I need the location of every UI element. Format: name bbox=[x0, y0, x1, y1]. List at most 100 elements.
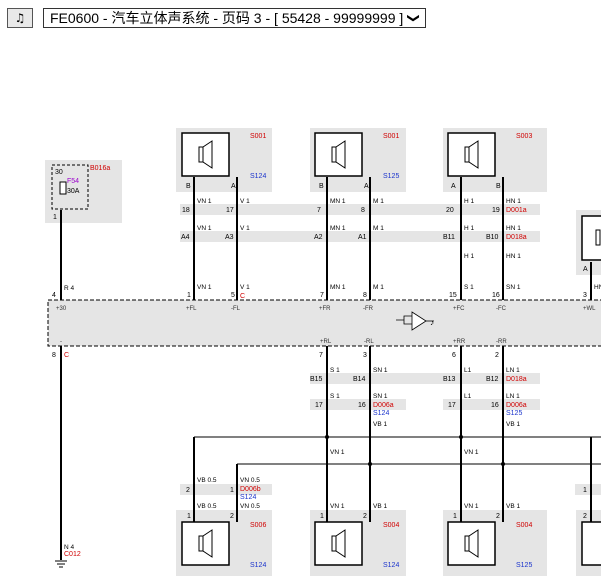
svg-text:2: 2 bbox=[583, 513, 587, 520]
svg-text:B: B bbox=[319, 183, 324, 190]
svg-text:VN 0.5: VN 0.5 bbox=[240, 503, 260, 510]
svg-text:S124: S124 bbox=[240, 494, 256, 501]
svg-text:VN 1: VN 1 bbox=[464, 503, 479, 510]
svg-text:M 1: M 1 bbox=[373, 284, 384, 291]
svg-text:1: 1 bbox=[230, 487, 234, 494]
svg-text:S124: S124 bbox=[383, 562, 399, 569]
svg-text:+WL: +WL bbox=[583, 306, 596, 312]
svg-text:LN 1: LN 1 bbox=[506, 367, 520, 374]
svg-text:VN 1: VN 1 bbox=[464, 449, 479, 456]
svg-text:7: 7 bbox=[320, 292, 324, 299]
svg-text:D006b: D006b bbox=[240, 486, 261, 493]
svg-text:VB 1: VB 1 bbox=[506, 421, 520, 428]
inline-pin-labels: 18 17 7 8 20 19 A4 A3 A2 A1 B11 B10 B15 … bbox=[181, 207, 587, 494]
svg-text:S 1: S 1 bbox=[330, 367, 340, 374]
svg-text:+RR: +RR bbox=[453, 339, 466, 345]
svg-text:VN 1: VN 1 bbox=[330, 503, 345, 510]
svg-text:2: 2 bbox=[496, 513, 500, 520]
svg-text:HN: HN bbox=[594, 284, 601, 291]
svg-text:S125: S125 bbox=[383, 173, 399, 180]
svg-text:D006a: D006a bbox=[506, 402, 527, 409]
fuse-block-id: B016a bbox=[90, 165, 110, 172]
svg-text:17: 17 bbox=[226, 207, 234, 214]
svg-text:B15: B15 bbox=[310, 376, 323, 383]
svg-text:C012: C012 bbox=[64, 551, 81, 558]
svg-text:C: C bbox=[64, 352, 69, 359]
svg-text:-: - bbox=[60, 339, 62, 345]
svg-text:VN 1: VN 1 bbox=[197, 284, 212, 291]
svg-text:S125: S125 bbox=[506, 410, 522, 417]
fuse-pin-out: 1 bbox=[53, 214, 57, 221]
svg-text:VN 0.5: VN 0.5 bbox=[240, 477, 260, 484]
svg-text:3: 3 bbox=[363, 352, 367, 359]
svg-text:1: 1 bbox=[320, 513, 324, 520]
svg-text:VB 1: VB 1 bbox=[506, 503, 520, 510]
svg-text:B10: B10 bbox=[486, 234, 499, 241]
svg-text:20: 20 bbox=[446, 207, 454, 214]
svg-text:+FL: +FL bbox=[186, 306, 197, 312]
svg-text:16: 16 bbox=[492, 292, 500, 299]
svg-text:A2: A2 bbox=[314, 234, 323, 241]
svg-text:SN 1: SN 1 bbox=[506, 284, 521, 291]
svg-text:S004: S004 bbox=[383, 522, 399, 529]
svg-text:1: 1 bbox=[583, 487, 587, 494]
svg-text:VB 0.5: VB 0.5 bbox=[197, 503, 217, 510]
svg-text:-FC: -FC bbox=[496, 306, 507, 312]
svg-text:18: 18 bbox=[182, 207, 190, 214]
svg-text:L1: L1 bbox=[464, 393, 472, 400]
svg-text:S 1: S 1 bbox=[464, 284, 474, 291]
svg-text:H 1: H 1 bbox=[464, 198, 475, 205]
svg-text:VN 1: VN 1 bbox=[197, 198, 212, 205]
svg-text:+RL: +RL bbox=[320, 339, 332, 345]
svg-text:A3: A3 bbox=[225, 234, 234, 241]
svg-text:A: A bbox=[364, 183, 369, 190]
svg-text:A4: A4 bbox=[181, 234, 190, 241]
svg-text:1: 1 bbox=[453, 513, 457, 520]
svg-text:HN 1: HN 1 bbox=[506, 198, 521, 205]
svg-text:S125: S125 bbox=[516, 562, 532, 569]
svg-text:17: 17 bbox=[315, 402, 323, 409]
svg-text:1: 1 bbox=[187, 513, 191, 520]
svg-text:S006: S006 bbox=[250, 522, 266, 529]
svg-text:HN 1: HN 1 bbox=[506, 253, 521, 260]
svg-text:8: 8 bbox=[363, 292, 367, 299]
svg-text:19: 19 bbox=[492, 207, 500, 214]
svg-text:MN 1: MN 1 bbox=[330, 225, 346, 232]
svg-text:R 4: R 4 bbox=[64, 285, 75, 292]
svg-text:S001: S001 bbox=[250, 133, 266, 140]
svg-text:17: 17 bbox=[448, 402, 456, 409]
svg-text:M 1: M 1 bbox=[373, 198, 384, 205]
svg-text:2: 2 bbox=[186, 487, 190, 494]
svg-text:MN 1: MN 1 bbox=[330, 198, 346, 205]
svg-text:VB 1: VB 1 bbox=[373, 421, 387, 428]
svg-text:7: 7 bbox=[319, 352, 323, 359]
svg-text:B14: B14 bbox=[353, 376, 366, 383]
inline-connector-bars bbox=[180, 204, 601, 495]
svg-text:C: C bbox=[240, 293, 245, 300]
svg-text:16: 16 bbox=[358, 402, 366, 409]
svg-text:S004: S004 bbox=[516, 522, 532, 529]
fuse-pin-in: 30 bbox=[55, 169, 63, 176]
svg-text:♪: ♪ bbox=[430, 318, 434, 327]
svg-text:16: 16 bbox=[491, 402, 499, 409]
svg-text:H 1: H 1 bbox=[464, 225, 475, 232]
svg-text:D001a: D001a bbox=[506, 207, 527, 214]
fuse-rating: 30A bbox=[67, 188, 80, 195]
svg-text:-FL: -FL bbox=[231, 306, 241, 312]
bus-lines bbox=[194, 436, 601, 465]
svg-text:S003: S003 bbox=[516, 133, 532, 140]
svg-text:2: 2 bbox=[495, 352, 499, 359]
svg-text:A: A bbox=[231, 183, 236, 190]
svg-text:M 1: M 1 bbox=[373, 225, 384, 232]
svg-text:SN 1: SN 1 bbox=[373, 393, 388, 400]
svg-text:-RR: -RR bbox=[496, 339, 507, 345]
svg-text:D018a: D018a bbox=[506, 234, 527, 241]
svg-text:H 1: H 1 bbox=[464, 253, 475, 260]
svg-text:B12: B12 bbox=[486, 376, 499, 383]
svg-text:A1: A1 bbox=[358, 234, 367, 241]
svg-text:V 1: V 1 bbox=[240, 225, 250, 232]
svg-text:4: 4 bbox=[52, 292, 56, 299]
svg-text:VB 1: VB 1 bbox=[373, 503, 387, 510]
svg-text:5: 5 bbox=[231, 292, 235, 299]
wiring-diagram: 30 F54 30A B016a 1 S001 S124 B A S001 S1… bbox=[45, 128, 601, 576]
